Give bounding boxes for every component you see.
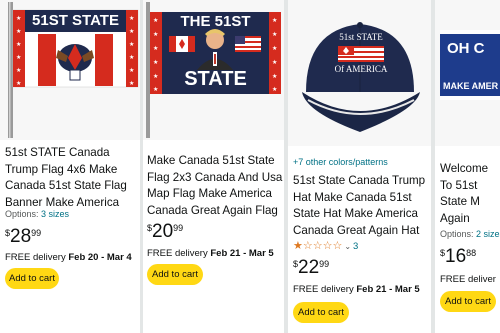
- svg-text:★: ★: [153, 45, 158, 52]
- product-card-2[interactable]: ★ ★ ★ ★ ★ ★ ★ ★ ★ ★ ★ ★ THE 51ST STATE Make Canada…: [143, 0, 284, 333]
- price-symbol: $: [293, 259, 299, 269]
- delivery-info-4: FREE deliver: [440, 274, 496, 285]
- flag-bottom-text: MAKE AMER: [443, 81, 499, 91]
- flag-top-text: THE 51ST: [180, 13, 251, 30]
- product-title-1[interactable]: 51st STATE Canada Trump Flag 4x6 Make Ca…: [5, 145, 138, 211]
- svg-text:★: ★: [272, 45, 277, 52]
- svg-text:★: ★: [153, 86, 158, 93]
- add-to-cart-button-3[interactable]: Add to cart: [293, 302, 349, 323]
- svg-text:★: ★: [272, 31, 277, 38]
- svg-text:★: ★: [16, 28, 21, 35]
- price-symbol: $: [147, 223, 153, 233]
- price-whole: 28: [10, 226, 32, 247]
- product-price-2: $2099: [147, 221, 183, 243]
- product-image-4[interactable]: OH C MAKE AMER: [435, 0, 500, 146]
- svg-text:★: ★: [129, 54, 134, 61]
- product-options-1: Options: 3 sizes: [5, 209, 69, 219]
- svg-text:★: ★: [16, 41, 21, 48]
- product-price-4: $1688: [440, 246, 476, 268]
- flag-banner-text: 51ST STATE: [32, 12, 119, 29]
- svg-text:★: ★: [153, 31, 158, 38]
- colors-patterns-link[interactable]: +7 other colors/patterns: [293, 157, 388, 167]
- price-fraction: 99: [173, 223, 184, 233]
- add-to-cart-button-2[interactable]: Add to cart: [147, 264, 203, 285]
- price-fraction: 99: [31, 228, 42, 238]
- svg-text:★: ★: [16, 15, 21, 22]
- options-link[interactable]: 3 sizes: [41, 209, 69, 219]
- price-fraction: 88: [466, 248, 477, 258]
- delivery-prefix: FREE delivery: [147, 248, 211, 259]
- options-label: Options:: [5, 209, 42, 219]
- svg-text:★: ★: [129, 41, 134, 48]
- price-whole: 22: [298, 257, 320, 278]
- product-price-1: $2899: [5, 226, 41, 248]
- svg-text:★: ★: [272, 86, 277, 93]
- product-image-2[interactable]: ★ ★ ★ ★ ★ ★ ★ ★ ★ ★ ★ ★ THE 51ST STATE: [143, 0, 284, 140]
- product-image-1[interactable]: ★ ★ ★ ★ ★ ★ ★ ★ ★ ★ ★ ★ 51ST STATE: [0, 0, 140, 140]
- product-card-1[interactable]: ★ ★ ★ ★ ★ ★ ★ ★ ★ ★ ★ ★ 51ST STATE 51st STATE Cana…: [0, 0, 140, 333]
- svg-text:★: ★: [272, 59, 277, 66]
- svg-text:★: ★: [153, 73, 158, 80]
- price-fraction: 99: [319, 259, 330, 269]
- rating[interactable]: ★☆☆☆☆ ⌄ 3: [293, 239, 358, 252]
- options-link[interactable]: 2 sizes: [476, 229, 500, 239]
- delivery-prefix: FREE delivery: [5, 252, 69, 263]
- svg-text:★: ★: [153, 17, 158, 24]
- delivery-info-2: FREE delivery Feb 21 - Mar 5: [147, 248, 274, 259]
- price-symbol: $: [5, 228, 11, 238]
- product-card-4[interactable]: OH C MAKE AMER Welcome To 51st State M A…: [435, 0, 500, 333]
- svg-text:★: ★: [272, 17, 277, 24]
- svg-text:★: ★: [129, 15, 134, 22]
- rating-stars: ★☆☆☆☆: [293, 240, 343, 252]
- chevron-down-icon[interactable]: ⌄: [344, 242, 351, 251]
- add-to-cart-button-1[interactable]: Add to cart: [5, 268, 59, 289]
- svg-text:★: ★: [129, 80, 134, 87]
- product-title-2[interactable]: Make Canada 51st State Flag 2x3 Canada A…: [147, 153, 284, 219]
- svg-text:★: ★: [16, 54, 21, 61]
- delivery-dates: Feb 21 - Mar 5: [210, 248, 274, 259]
- add-to-cart-button-4[interactable]: Add to cart: [440, 291, 496, 312]
- delivery-info-3: FREE delivery Feb 21 - Mar 5: [293, 284, 420, 295]
- price-whole: 20: [152, 221, 174, 242]
- hat-top-text: 51st STATE: [339, 32, 383, 42]
- delivery-prefix: FREE deliver: [440, 274, 496, 285]
- product-options-4: Options: 2 sizes: [440, 229, 500, 239]
- svg-text:★: ★: [153, 59, 158, 66]
- svg-text:★: ★: [129, 67, 134, 74]
- product-card-3[interactable]: 51st STATE Of AMERICA +7 other colors/pa…: [288, 0, 431, 333]
- delivery-info-1: FREE delivery Feb 20 - Mar 4: [5, 252, 132, 263]
- hat-bottom-text: Of AMERICA: [334, 64, 388, 74]
- delivery-dates: Feb 20 - Mar 4: [68, 252, 132, 263]
- svg-text:★: ★: [272, 73, 277, 80]
- svg-text:★: ★: [16, 80, 21, 87]
- svg-text:★: ★: [16, 67, 21, 74]
- svg-text:★: ★: [129, 28, 134, 35]
- flag-bottom-text: STATE: [184, 68, 247, 90]
- product-title-3[interactable]: 51st State Canada Trump Hat Make Canada …: [293, 173, 429, 239]
- rating-count[interactable]: 3: [353, 241, 358, 252]
- product-image-3[interactable]: 51st STATE Of AMERICA: [288, 0, 431, 146]
- product-price-3: $2299: [293, 257, 329, 279]
- delivery-dates: Feb 21 - Mar 5: [356, 284, 420, 295]
- product-title-4[interactable]: Welcome To 51st State M Again Pierre Can…: [440, 161, 500, 227]
- price-symbol: $: [440, 248, 446, 258]
- options-label: Options:: [440, 229, 477, 239]
- delivery-prefix: FREE delivery: [293, 284, 357, 295]
- price-whole: 16: [445, 246, 467, 267]
- flag-top-text: OH C: [447, 40, 485, 57]
